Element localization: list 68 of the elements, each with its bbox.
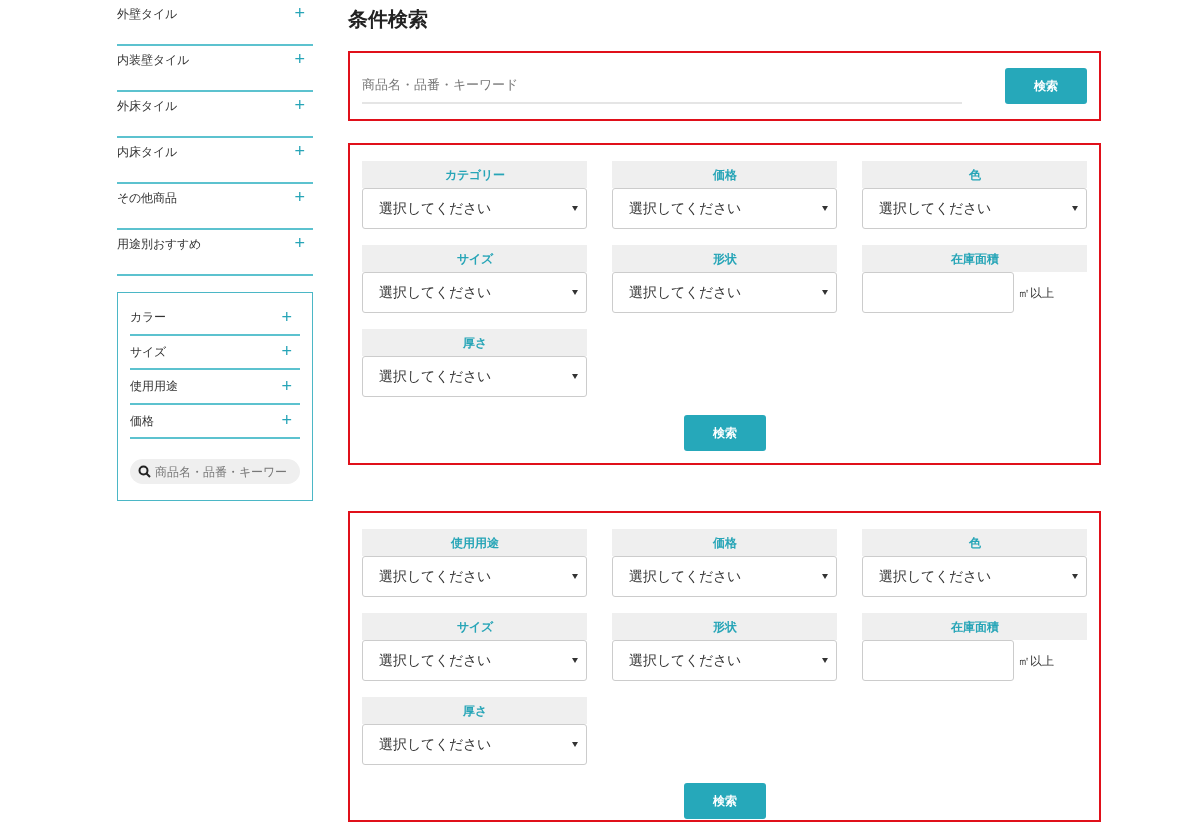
category-item[interactable]: 内床タイル +	[117, 138, 313, 184]
select-dropdown[interactable]: 選択してください	[362, 640, 587, 681]
caret-icon	[572, 374, 578, 379]
caret-icon	[572, 658, 578, 663]
category-item[interactable]: 用途別おすすめ +	[117, 230, 313, 276]
caret-icon	[572, 290, 578, 295]
select-dropdown[interactable]: 選択してください	[362, 188, 587, 229]
category-item[interactable]: 外壁タイル +	[117, 0, 313, 46]
unit-label: ㎡以上	[1018, 284, 1054, 302]
plus-icon: +	[294, 230, 305, 257]
input-field[interactable]	[862, 640, 1014, 681]
field-label: 形状	[612, 245, 837, 272]
select-dropdown[interactable]: 選択してください	[362, 556, 587, 597]
select-dropdown[interactable]: 選択してください	[862, 556, 1087, 597]
select-dropdown[interactable]: 選択してください	[362, 724, 587, 765]
plus-icon: +	[294, 92, 305, 119]
field-label: 在庫面積	[862, 245, 1087, 272]
field-label: 厚さ	[362, 329, 587, 356]
select-dropdown[interactable]: 選択してください	[362, 272, 587, 313]
select-dropdown[interactable]: 選択してください	[612, 188, 837, 229]
caret-icon	[822, 290, 828, 295]
caret-icon	[572, 574, 578, 579]
field-label: 使用用途	[362, 529, 587, 556]
input-field[interactable]	[862, 272, 1014, 313]
field-label: 厚さ	[362, 697, 587, 724]
filter-item[interactable]: カラー +	[130, 301, 300, 336]
field-label: 在庫面積	[862, 613, 1087, 640]
filter-item[interactable]: サイズ +	[130, 335, 300, 370]
keyword-field[interactable]: 商品名・品番・キーワード	[362, 68, 962, 104]
category-item[interactable]: 内装壁タイル +	[117, 46, 313, 92]
search-icon	[138, 465, 151, 478]
select-dropdown[interactable]: 選択してください	[362, 356, 587, 397]
select-dropdown[interactable]: 選択してください	[612, 640, 837, 681]
field-label: 価格	[612, 161, 837, 188]
unit-label: ㎡以上	[1018, 652, 1054, 670]
caret-icon	[1072, 574, 1078, 579]
caret-icon	[822, 206, 828, 211]
search-field[interactable]: 商品名・品番・キーワー	[130, 459, 300, 484]
search-input[interactable]: 商品名・品番・キーワー	[155, 462, 295, 481]
select-dropdown[interactable]: 選択してください	[612, 556, 837, 597]
field-label: カテゴリー	[362, 161, 587, 188]
caret-icon	[572, 742, 578, 747]
category-item[interactable]: その他商品 +	[117, 184, 313, 230]
plus-icon: +	[294, 184, 305, 211]
plus-icon: +	[294, 46, 305, 73]
plus-icon: +	[281, 303, 292, 331]
filter-item[interactable]: 使用用途 +	[130, 370, 300, 405]
field-label: サイズ	[362, 245, 587, 272]
caret-icon	[822, 574, 828, 579]
caret-icon	[822, 658, 828, 663]
caret-icon	[1072, 206, 1078, 211]
select-dropdown[interactable]: 選択してください	[612, 272, 837, 313]
plus-icon: +	[281, 338, 292, 366]
plus-icon: +	[294, 0, 305, 27]
filter-item[interactable]: 価格 +	[130, 404, 300, 439]
field-label: 色	[862, 161, 1087, 188]
field-label: 形状	[612, 613, 837, 640]
field-label: サイズ	[362, 613, 587, 640]
plus-icon: +	[281, 407, 292, 435]
page-title: 条件検索	[348, 7, 429, 32]
plus-icon: +	[294, 138, 305, 165]
plus-icon: +	[281, 372, 292, 400]
category-item[interactable]: 外床タイル +	[117, 92, 313, 138]
field-label: 色	[862, 529, 1087, 556]
keyword-input[interactable]: 商品名・品番・キーワード	[362, 75, 962, 95]
field-label: 価格	[612, 529, 837, 556]
caret-icon	[572, 206, 578, 211]
select-dropdown[interactable]: 選択してください	[862, 188, 1087, 229]
